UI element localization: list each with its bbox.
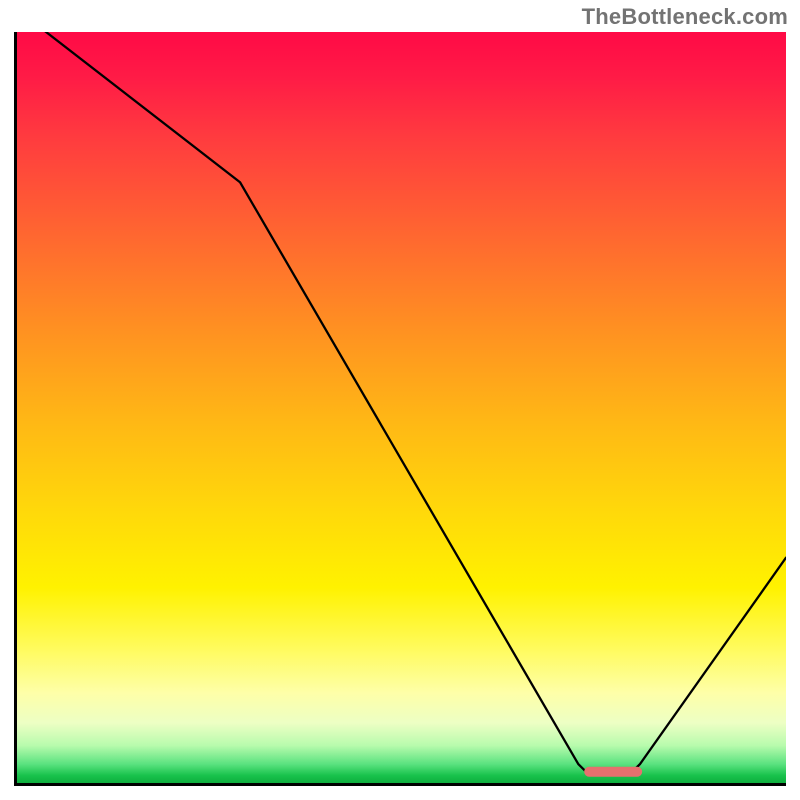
- plot-area: [14, 32, 786, 786]
- watermark-text: TheBottleneck.com: [582, 4, 788, 30]
- bottleneck-chart: TheBottleneck.com: [0, 0, 800, 800]
- optimum-marker: [584, 766, 642, 777]
- curve-layer: [17, 32, 786, 783]
- bottleneck-curve: [17, 32, 786, 772]
